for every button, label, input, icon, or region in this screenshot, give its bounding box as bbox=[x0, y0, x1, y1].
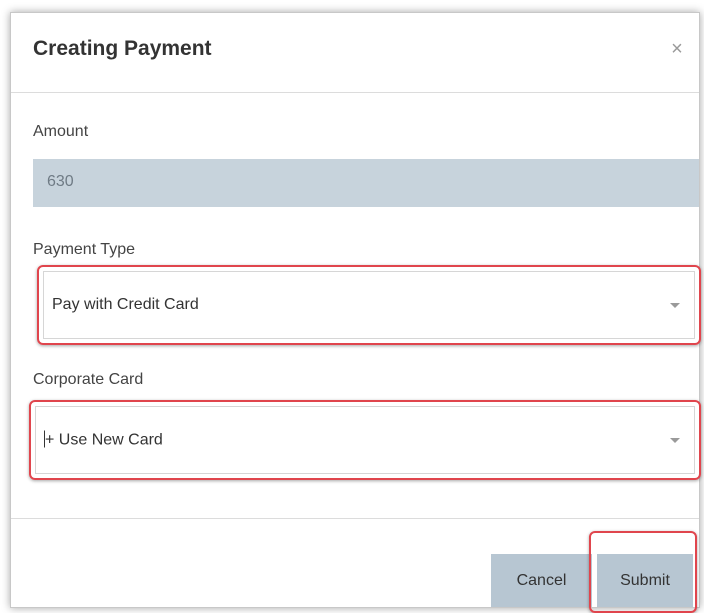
payment-type-highlight: Pay with Credit Card bbox=[37, 265, 701, 345]
payment-type-select[interactable]: Pay with Credit Card bbox=[43, 271, 695, 339]
submit-button[interactable]: Submit bbox=[597, 554, 693, 607]
corporate-card-value: + Use New Card bbox=[44, 430, 163, 450]
chevron-down-icon bbox=[670, 303, 680, 308]
footer-divider bbox=[11, 518, 699, 519]
corporate-card-value-text: + Use New Card bbox=[45, 431, 163, 449]
amount-value: 630 bbox=[47, 173, 74, 190]
screenshot-canvas: Creating Payment × Amount 630 Payment Ty… bbox=[0, 0, 704, 613]
corporate-card-select[interactable]: + Use New Card bbox=[35, 406, 695, 474]
amount-field: 630 bbox=[33, 159, 699, 207]
dialog-title: Creating Payment bbox=[33, 37, 212, 60]
dialog-header: Creating Payment × bbox=[11, 13, 699, 93]
creating-payment-dialog: Creating Payment × Amount 630 Payment Ty… bbox=[10, 12, 701, 613]
corporate-card-label: Corporate Card bbox=[33, 371, 144, 388]
chevron-down-icon bbox=[670, 438, 680, 443]
cancel-button[interactable]: Cancel bbox=[491, 554, 592, 607]
corporate-card-highlight: + Use New Card bbox=[29, 400, 701, 480]
payment-type-value: Pay with Credit Card bbox=[52, 296, 199, 313]
payment-type-label: Payment Type bbox=[33, 241, 135, 258]
close-icon[interactable]: × bbox=[667, 39, 687, 59]
amount-label: Amount bbox=[33, 123, 89, 140]
